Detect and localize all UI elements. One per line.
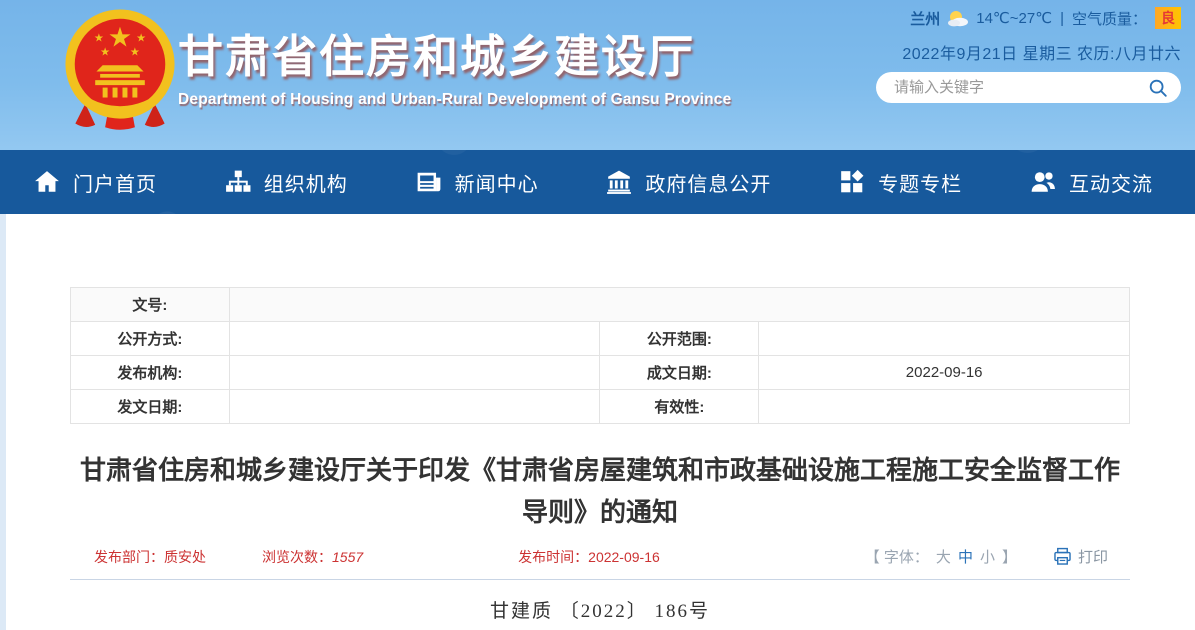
nav-item-news[interactable]: 新闻中心 — [416, 168, 539, 197]
nav-item-organization[interactable]: 组织机构 — [225, 168, 348, 197]
search-input[interactable] — [894, 79, 1147, 96]
air-quality-badge: 良 — [1155, 7, 1181, 29]
svg-text:★: ★ — [100, 45, 110, 58]
font-size-large[interactable]: 大 — [936, 546, 951, 567]
site-subtitle: Department of Housing and Urban-Rural De… — [178, 91, 731, 109]
nav-item-gov-info[interactable]: 政府信息公开 — [606, 168, 771, 197]
table-row: 文号: — [71, 288, 1130, 322]
publish-dept-value: 质安处 — [164, 549, 206, 565]
validity-label: 有效性: — [600, 390, 759, 424]
doc-number-label: 文号: — [71, 288, 230, 322]
doc-number-value — [229, 288, 1129, 322]
weather-bar: 兰州 14℃~27℃ | 空气质量： 良 — [902, 6, 1181, 30]
view-count-value: 1557 — [332, 549, 363, 565]
article-page: 文号: 公开方式: 公开范围: 发布机构: 成文日期: 2022-09-16 发… — [6, 214, 1195, 630]
nav-item-topics[interactable]: 专题专栏 — [839, 168, 962, 197]
search-icon — [1147, 77, 1169, 99]
svg-text:★: ★ — [94, 32, 104, 45]
site-banner: ★ ★ ★ ★ ★ 甘肃省住房和城乡建设厅 Department of Hous… — [0, 0, 1195, 150]
issuing-agency-value — [229, 356, 600, 390]
publish-time-label: 发布时间： — [518, 549, 588, 565]
nav-item-label: 组织机构 — [264, 168, 348, 197]
font-size-small[interactable]: 小 — [980, 546, 995, 567]
search-button[interactable] — [1147, 77, 1169, 99]
svg-text:★: ★ — [108, 23, 132, 54]
font-size-medium[interactable]: 中 — [958, 546, 973, 567]
home-icon — [34, 169, 60, 195]
written-date-label: 成文日期: — [600, 356, 759, 390]
table-row: 公开方式: 公开范围: — [71, 322, 1130, 356]
article-meta-bar: 发布部门：质安处 浏览次数：1557 发布时间：2022-09-16 【 字体：… — [70, 546, 1130, 567]
publish-dept: 发布部门：质安处 — [94, 547, 206, 567]
air-quality-label: 空气质量： — [1072, 8, 1147, 29]
font-bracket-close: 】 — [1002, 546, 1017, 567]
printer-icon — [1053, 547, 1072, 566]
nav-item-label: 专题专栏 — [878, 168, 962, 197]
site-brand: 甘肃省住房和城乡建设厅 Department of Housing and Ur… — [178, 20, 731, 109]
open-method-value — [229, 322, 600, 356]
table-row: 发布机构: 成文日期: 2022-09-16 — [71, 356, 1130, 390]
nav-item-interaction[interactable]: 互动交流 — [1030, 168, 1153, 197]
date-line: 2022年9月21日 星期三 农历:八月廿六 — [902, 40, 1181, 64]
document-meta-table: 文号: 公开方式: 公开范围: 发布机构: 成文日期: 2022-09-16 发… — [70, 287, 1130, 424]
publish-time: 发布时间：2022-09-16 — [518, 547, 660, 567]
search-box[interactable] — [876, 72, 1181, 103]
document-reference-number: 甘建质 〔2022〕 186号 — [70, 596, 1130, 623]
table-row: 发文日期: 有效性: — [71, 390, 1130, 424]
national-emblem-logo: ★ ★ ★ ★ ★ — [58, 6, 182, 132]
nav-item-label: 新闻中心 — [455, 168, 539, 197]
org-icon — [225, 169, 251, 195]
open-method-label: 公开方式: — [71, 322, 230, 356]
sun-cloud-icon — [946, 9, 970, 27]
site-title: 甘肃省住房和城乡建设厅 — [178, 20, 731, 85]
publish-dept-label: 发布部门： — [94, 549, 164, 565]
article-title: 甘肃省住房和城乡建设厅关于印发《甘肃省房屋建筑和市政基础设施工程施工安全监督工作… — [70, 449, 1130, 533]
issuing-agency-label: 发布机构: — [71, 356, 230, 390]
font-bracket-open: 【 字体： — [865, 546, 929, 567]
gov-info-icon — [606, 169, 632, 195]
nav-item-home[interactable]: 门户首页 — [34, 168, 157, 197]
topics-icon — [839, 169, 865, 195]
open-scope-value — [759, 322, 1130, 356]
nav-item-label: 政府信息公开 — [645, 168, 771, 197]
weather-separator: | — [1060, 10, 1064, 27]
validity-value — [759, 390, 1130, 424]
meta-divider — [70, 579, 1130, 580]
view-count: 浏览次数：1557 — [262, 547, 363, 567]
svg-text:★: ★ — [136, 32, 146, 45]
issue-date-value — [229, 390, 600, 424]
nav-item-label: 互动交流 — [1069, 168, 1153, 197]
issue-date-label: 发文日期: — [71, 390, 230, 424]
interact-icon — [1030, 169, 1056, 195]
view-count-label: 浏览次数： — [262, 549, 332, 565]
written-date-value: 2022-09-16 — [759, 356, 1130, 390]
publish-time-value: 2022-09-16 — [588, 549, 660, 565]
font-size-control: 【 字体： 大 中 小 】 — [865, 546, 1017, 567]
main-navigation: 门户首页 组织机构 新闻中心 — [0, 150, 1195, 214]
svg-text:★: ★ — [130, 45, 140, 58]
weather-temp: 14℃~27℃ — [976, 9, 1052, 27]
weather-city: 兰州 — [910, 8, 940, 29]
print-button[interactable]: 打印 — [1053, 546, 1108, 567]
news-icon — [416, 169, 442, 195]
open-scope-label: 公开范围: — [600, 322, 759, 356]
print-label: 打印 — [1078, 546, 1108, 567]
nav-item-label: 门户首页 — [73, 168, 157, 197]
